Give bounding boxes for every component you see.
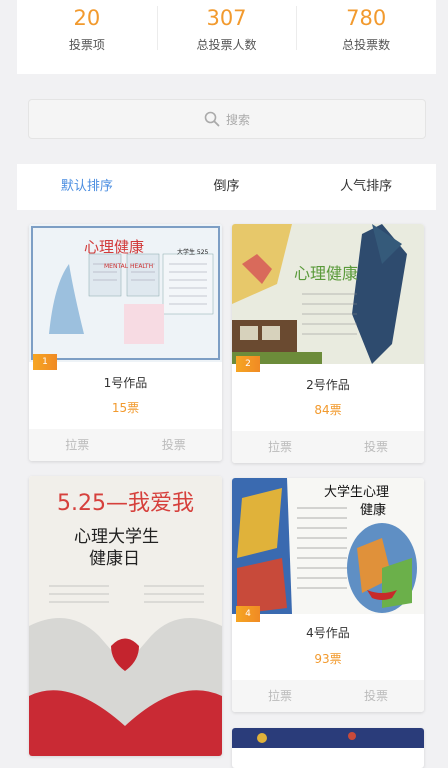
tab-reverse-sort[interactable]: 倒序 <box>157 164 297 210</box>
entry-vote-count: 93票 <box>314 652 342 666</box>
tab-default-sort[interactable]: 默认排序 <box>17 164 157 210</box>
entry-image[interactable]: 大学生心理 健康 <box>232 478 424 614</box>
entry-title: 2号作品 <box>306 378 350 392</box>
canvass-button[interactable]: 拉票 <box>232 431 328 463</box>
poster-subtitle: 心理大学生 <box>74 527 159 547</box>
stat-value: 780 <box>346 6 387 30</box>
stat-label: 投票项 <box>68 38 105 52</box>
vote-button[interactable]: 投票 <box>126 429 223 461</box>
poster-subtitle-2: 健康日 <box>89 549 140 569</box>
stat-total-voters: 307 总投票人数 <box>156 0 297 74</box>
entry-image[interactable] <box>232 728 424 748</box>
search-section: 搜索 <box>17 84 436 154</box>
entry-actions: 拉票 投票 <box>232 680 424 712</box>
entry-title: 1号作品 <box>103 376 148 390</box>
search-icon <box>204 111 220 127</box>
poster-title-2: 健康 <box>360 502 386 518</box>
entry-card-1[interactable]: 心理健康 MENTAL HEALTH 大学生 525 1 1号作品 15票 拉票… <box>29 224 222 461</box>
search-placeholder: 搜索 <box>225 112 250 127</box>
entry-actions: 拉票 投票 <box>232 431 424 463</box>
entry-number-badge: 4 <box>236 606 260 622</box>
stat-value: 307 <box>206 6 247 30</box>
entry-card-3[interactable]: 5.25—我爱我 心理大学生 健康日 <box>29 476 222 756</box>
stat-total-votes: 780 总投票数 <box>296 0 436 74</box>
poster-title: 5.25—我爱我 <box>57 491 194 516</box>
entry-image[interactable]: 心理健康 MENTAL HEALTH 大学生 525 <box>29 224 222 362</box>
entry-number-badge: 2 <box>236 356 260 372</box>
poster-tag: 大学生 525 <box>177 248 209 256</box>
canvass-button[interactable]: 拉票 <box>29 429 126 461</box>
entry-number-badge: 1 <box>33 354 57 370</box>
entry-vote-count: 15票 <box>111 401 140 415</box>
poster-title: 心理健康 <box>84 238 144 256</box>
stat-vote-items: 20 投票项 <box>17 0 157 74</box>
canvass-button[interactable]: 拉票 <box>232 680 328 712</box>
entry-card-5[interactable] <box>232 728 424 768</box>
poster-subtitle: MENTAL HEALTH <box>104 263 153 270</box>
stat-label: 总投票人数 <box>196 38 257 52</box>
stat-value: 20 <box>73 6 101 30</box>
poster-title: 心理健康 <box>294 264 358 283</box>
stats-bar: 20 投票项 307 总投票人数 780 总投票数 <box>17 0 436 74</box>
entry-title: 4号作品 <box>306 626 350 640</box>
entry-card-4[interactable]: 大学生心理 健康 4 4号作品 93票 拉票 投票 <box>232 478 424 712</box>
poster-title: 大学生心理 <box>324 484 389 500</box>
stat-label: 总投票数 <box>342 38 391 52</box>
tab-popularity-sort[interactable]: 人气排序 <box>296 164 436 210</box>
entry-card-2[interactable]: 心理健康 2 2号作品 84票 拉票 投票 <box>232 224 424 463</box>
sort-tabs: 默认排序 倒序 人气排序 <box>17 164 436 210</box>
search-input[interactable]: 搜索 <box>28 99 426 139</box>
entry-actions: 拉票 投票 <box>29 429 222 461</box>
entry-image[interactable]: 5.25—我爱我 心理大学生 健康日 <box>29 476 222 756</box>
entry-image[interactable]: 心理健康 <box>232 224 424 364</box>
entry-vote-count: 84票 <box>314 403 342 417</box>
vote-button[interactable]: 投票 <box>328 680 424 712</box>
vote-button[interactable]: 投票 <box>328 431 424 463</box>
